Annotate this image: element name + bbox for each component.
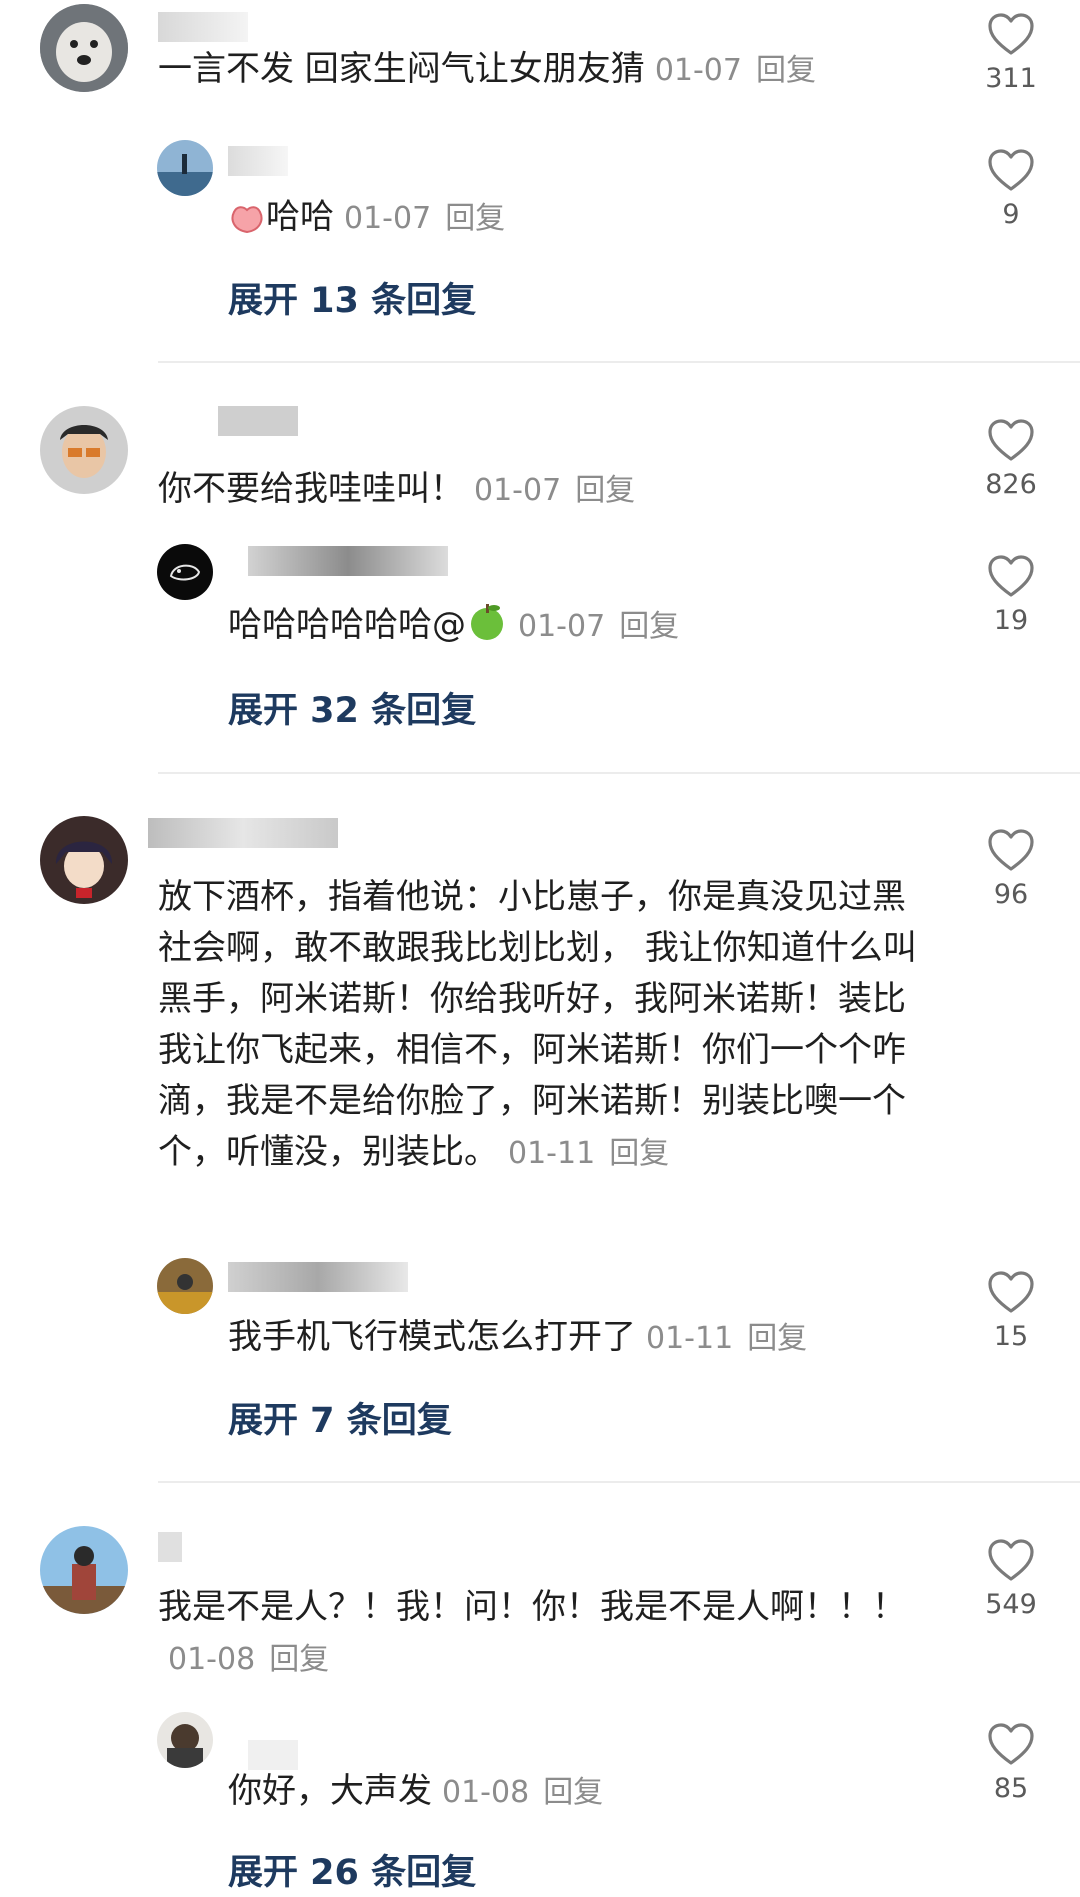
divider <box>158 1481 1080 1483</box>
like-button[interactable]: 9 <box>980 148 1042 230</box>
like-count: 311 <box>985 63 1037 94</box>
like-button[interactable]: 96 <box>980 828 1042 910</box>
reply-text: 哈哈 01-07 回复 <box>228 192 928 249</box>
like-button[interactable]: 311 <box>980 12 1042 94</box>
reply-date: 01-07 <box>518 609 606 644</box>
like-count: 19 <box>993 605 1029 636</box>
expand-replies-button[interactable]: 展开 26 条回复 <box>228 1844 476 1895</box>
comment-text: 一言不发 回家生闷气让女朋友猜 01-07 回复 <box>158 49 816 89</box>
reply-button[interactable]: 回复 <box>756 53 816 88</box>
comment-text: 我是不是人？！我！问！你！我是不是人啊！！！01-08 回复 <box>158 1587 906 1677</box>
username-blurred[interactable] <box>148 818 338 848</box>
reply-date: 01-07 <box>344 201 432 236</box>
reply-username-blurred[interactable] <box>228 1262 408 1292</box>
comment-date: 01-11 <box>508 1136 596 1171</box>
comment-text: 你不要给我哇哇叫！ 01-07 回复 <box>158 469 636 509</box>
heart-outline-icon <box>988 1539 1034 1581</box>
like-count: 9 <box>1002 199 1020 230</box>
reply-avatar[interactable] <box>157 1712 213 1768</box>
green-apple-emoji-icon <box>466 600 508 657</box>
heart-outline-icon <box>988 149 1034 191</box>
like-button[interactable]: 85 <box>980 1722 1042 1804</box>
like-button[interactable]: 549 <box>980 1538 1042 1620</box>
username-blurred[interactable] <box>218 406 298 436</box>
like-count: 96 <box>993 879 1029 910</box>
reply-username-blurred[interactable] <box>248 546 448 576</box>
divider <box>158 772 1080 774</box>
expand-replies-button[interactable]: 展开 13 条回复 <box>228 272 476 323</box>
heart-outline-icon <box>988 13 1034 55</box>
expand-replies-button[interactable]: 展开 7 条回复 <box>228 1392 452 1443</box>
reply-avatar[interactable] <box>157 1258 213 1314</box>
like-button[interactable]: 826 <box>980 418 1042 500</box>
like-count: 549 <box>985 1589 1037 1620</box>
heart-outline-icon <box>988 829 1034 871</box>
like-count: 826 <box>985 469 1037 500</box>
heart-outline-icon <box>988 419 1034 461</box>
reply-button[interactable]: 回复 <box>609 1136 669 1171</box>
comment-date: 01-07 <box>474 473 562 508</box>
reply-button[interactable]: 回复 <box>543 1775 603 1810</box>
like-button[interactable]: 15 <box>980 1270 1042 1352</box>
like-button[interactable]: 19 <box>980 554 1042 636</box>
username-blurred[interactable] <box>158 1532 182 1562</box>
heart-outline-icon <box>988 1271 1034 1313</box>
reply-avatar[interactable] <box>157 544 213 600</box>
like-count: 15 <box>993 1321 1029 1352</box>
reply-text: 哈哈哈哈哈哈@ 01-07 回复 <box>228 600 928 657</box>
reply-text: 我手机飞行模式怎么打开了 01-11 回复 <box>228 1317 808 1357</box>
reply-username-blurred[interactable] <box>228 146 288 176</box>
user-avatar[interactable] <box>40 1526 128 1614</box>
reply-text: 你好，大声发 01-08 回复 <box>228 1771 604 1811</box>
user-avatar[interactable] <box>40 406 128 494</box>
heart-outline-icon <box>988 555 1034 597</box>
comment-text: 放下酒杯，指着他说：小比崽子，你是真没见过黑社会啊，敢不敢跟我比划比划， 我让你… <box>158 877 917 1172</box>
reply-avatar[interactable] <box>157 140 213 196</box>
like-count: 85 <box>993 1773 1029 1804</box>
user-avatar[interactable] <box>40 4 128 92</box>
reply-button[interactable]: 回复 <box>619 609 679 644</box>
reply-button[interactable]: 回复 <box>269 1642 329 1677</box>
divider <box>158 361 1080 363</box>
user-avatar[interactable] <box>40 816 128 904</box>
reply-button[interactable]: 回复 <box>575 473 635 508</box>
reply-date: 01-08 <box>442 1775 530 1810</box>
comment-date: 01-08 <box>168 1642 256 1677</box>
comment-date: 01-07 <box>654 53 742 88</box>
reply-button[interactable]: 回复 <box>445 201 505 236</box>
reply-button[interactable]: 回复 <box>747 1321 807 1356</box>
expand-replies-button[interactable]: 展开 32 条回复 <box>228 682 476 733</box>
heart-outline-icon <box>988 1723 1034 1765</box>
username-blurred[interactable] <box>158 12 248 42</box>
peach-emoji-icon <box>228 198 266 249</box>
reply-date: 01-11 <box>646 1321 734 1356</box>
